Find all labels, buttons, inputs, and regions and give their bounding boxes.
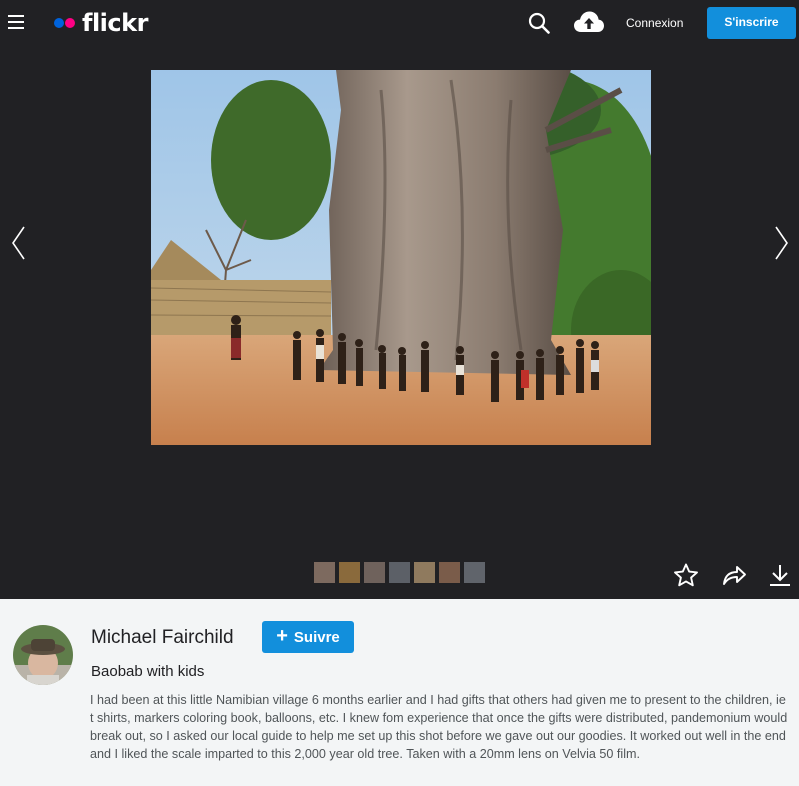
chevron-right-icon[interactable] <box>771 224 791 262</box>
thumbnail[interactable] <box>464 562 485 583</box>
hamburger-icon[interactable] <box>8 15 24 31</box>
follow-label: Suivre <box>293 628 340 646</box>
thumbnail[interactable] <box>389 562 410 583</box>
thumbnail-strip <box>314 562 485 583</box>
login-link[interactable]: Connexion <box>626 16 683 30</box>
logo-text: flickr <box>82 9 148 37</box>
photo-description: I had been at this little Namibian villa… <box>90 693 788 761</box>
thumbnail[interactable] <box>364 562 385 583</box>
star-icon[interactable] <box>673 563 699 587</box>
thumbnail[interactable] <box>314 562 335 583</box>
main-photo[interactable] <box>151 70 651 445</box>
flickr-logo[interactable]: flickr <box>54 9 148 37</box>
photo-title: Baobab with kids <box>91 663 205 680</box>
logo-pink-dot <box>65 18 75 28</box>
follow-button[interactable]: + Suivre <box>262 621 354 653</box>
share-icon[interactable] <box>721 563 747 587</box>
avatar[interactable] <box>13 625 73 685</box>
photo-info-panel: Michael Fairchild + Suivre Baobab with k… <box>0 599 799 786</box>
search-icon[interactable] <box>528 12 550 34</box>
plus-icon: + <box>276 625 288 647</box>
download-icon[interactable] <box>767 563 793 587</box>
top-navigation-bar: flickr Connexion S'inscrire <box>0 0 799 48</box>
chevron-left-icon[interactable] <box>9 224 29 262</box>
thumbnail[interactable] <box>439 562 460 583</box>
photo-viewer <box>0 48 799 599</box>
author-name[interactable]: Michael Fairchild <box>91 627 234 649</box>
logo-blue-dot <box>54 18 64 28</box>
thumbnail[interactable] <box>339 562 360 583</box>
thumbnail[interactable] <box>414 562 435 583</box>
cloud-upload-icon[interactable] <box>573 10 605 34</box>
signup-button[interactable]: S'inscrire <box>707 7 796 39</box>
